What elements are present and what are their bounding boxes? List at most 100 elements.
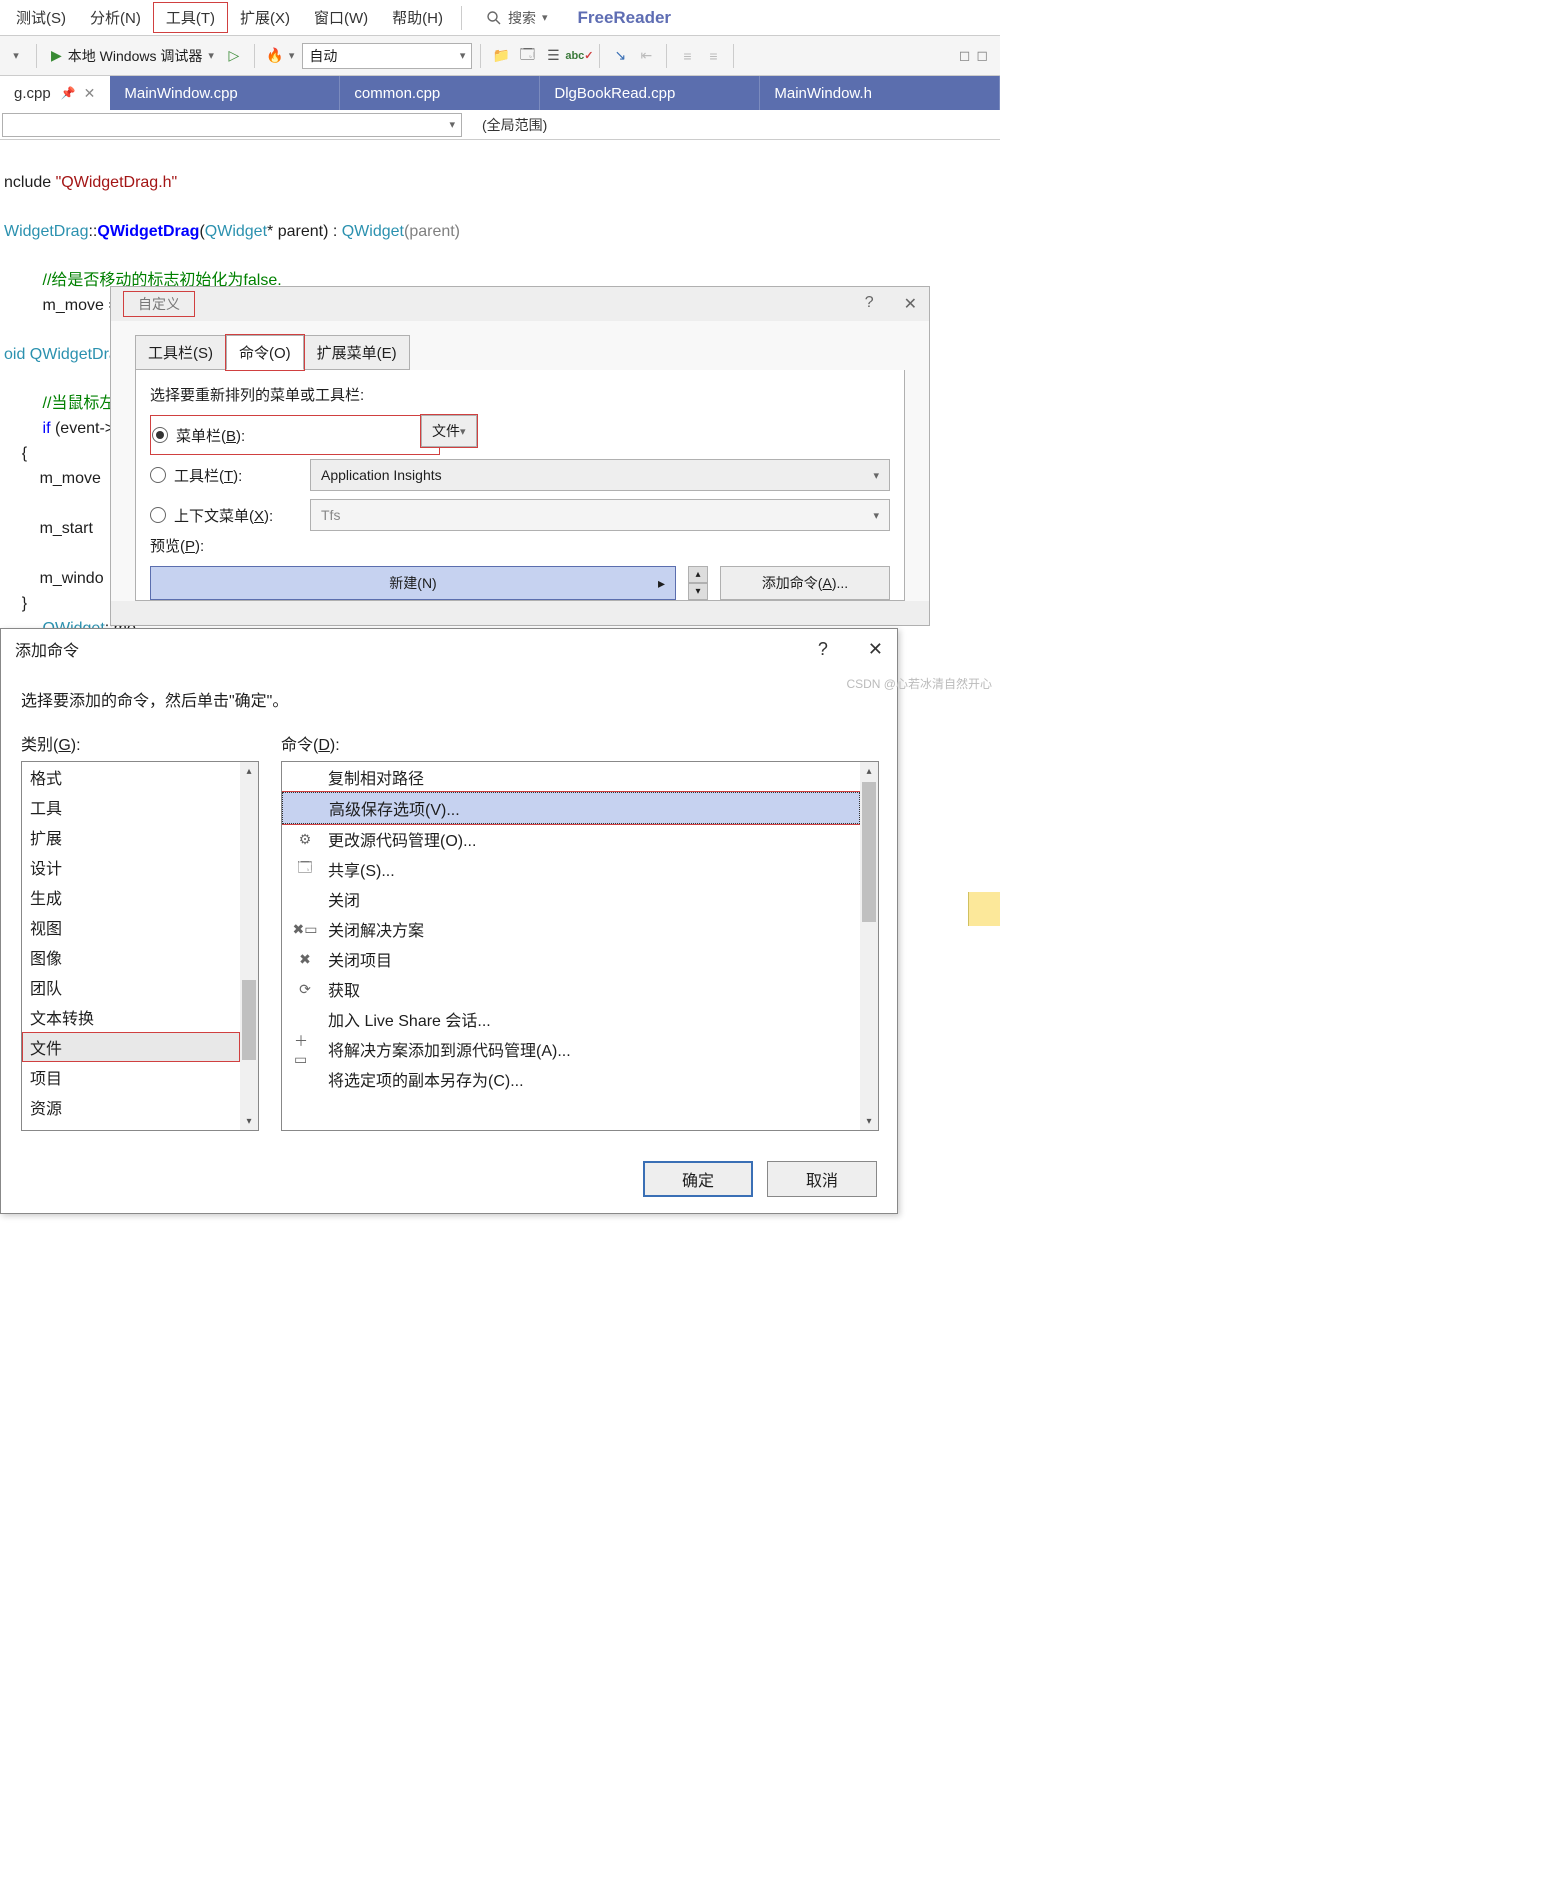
preview-item[interactable]: 新建(N) ▸ (150, 566, 676, 600)
command-text: 复制相对路径 (328, 765, 424, 789)
tab-4[interactable]: MainWindow.h (760, 76, 1000, 110)
list-item[interactable]: 文本转换 (22, 1002, 240, 1032)
list-icon[interactable]: ☰ (541, 44, 565, 68)
window-icon[interactable]: 🗔 (515, 44, 539, 68)
preview-scrollbar[interactable]: ▴▾ (688, 566, 708, 600)
tab-3[interactable]: DlgBookRead.cpp (540, 76, 760, 110)
tab-extmenu[interactable]: 扩展菜单(E) (304, 335, 410, 370)
list-item[interactable]: 资源 (22, 1092, 240, 1122)
command-icon (294, 767, 316, 787)
list-item[interactable]: 加入 Live Share 会话... (282, 1004, 860, 1034)
command-icon: ⚙ (294, 829, 316, 849)
command-text: 共享(S)... (328, 857, 395, 881)
dialog-title-bar: 自定义 ? ✕ (111, 287, 929, 321)
indent2-icon[interactable]: ≡ (701, 44, 725, 68)
abc-icon[interactable]: abc✓ (567, 44, 591, 68)
fire-icon[interactable]: 🔥 (263, 44, 287, 68)
list-item[interactable]: ⚙ 更改源代码管理(O)... (282, 824, 860, 854)
tab-2[interactable]: common.cpp (340, 76, 540, 110)
menu-tools[interactable]: 工具(T) (153, 2, 228, 33)
cancel-button[interactable]: 取消 (767, 1161, 877, 1197)
folder-icon[interactable]: 📁 (489, 44, 513, 68)
command-list[interactable]: 复制相对路径高级保存选项(V)... ⚙ 更改源代码管理(O)... 🗔 共享(S)..… (281, 761, 879, 1131)
chevron-down-icon[interactable]: ▾ (289, 49, 295, 62)
close-icon[interactable]: ✕ (904, 294, 917, 314)
tab-toolbars[interactable]: 工具栏(S) (135, 335, 226, 370)
tab-label: DlgBookRead.cpp (554, 85, 675, 102)
play-outline-icon[interactable]: ▷ (222, 44, 246, 68)
arrow-icon[interactable]: ↘ (608, 44, 632, 68)
command-text: 关闭解决方案 (328, 917, 424, 941)
list-item[interactable]: 格式 (22, 762, 240, 792)
category-list[interactable]: 格式工具扩展设计生成视图图像团队文本转换文件项目资源 ▴▾ (21, 761, 259, 1131)
debugger-label: 本地 Windows 调试器 (68, 46, 203, 66)
search-icon (486, 10, 502, 26)
list-item[interactable]: ✖关闭项目 (282, 944, 860, 974)
menu-test[interactable]: 测试(S) (4, 3, 78, 32)
radio-context[interactable] (150, 507, 166, 523)
list-item[interactable]: ⟳获取 (282, 974, 860, 1004)
command-text: 更改源代码管理(O)... (328, 827, 476, 851)
close-icon[interactable]: ✕ (868, 639, 883, 660)
dialog-title-bar: 添加命令 ? ✕ (1, 629, 897, 669)
list-item[interactable]: 🗔 共享(S)... (282, 854, 860, 884)
list-item[interactable]: 将选定项的副本另存为(C)... (282, 1064, 860, 1094)
list-item[interactable]: 团队 (22, 972, 240, 1002)
config-combo[interactable]: 自动 ▾ (302, 43, 472, 69)
search-label: 搜索 (508, 8, 536, 28)
list-item[interactable]: 生成 (22, 882, 240, 912)
radio-context-label: 上下文菜单(X): (174, 505, 302, 526)
list-item[interactable]: 关闭 (282, 884, 860, 914)
list-item[interactable]: 高级保存选项(V)... (282, 792, 860, 824)
bookmark-icon[interactable]: ◻ (959, 47, 971, 64)
radio-menubar-label: 菜单栏(B): (176, 425, 304, 446)
command-label: 命令(D): (281, 731, 879, 755)
help-icon[interactable]: ? (818, 639, 828, 660)
list-item[interactable]: 设计 (22, 852, 240, 882)
command-icon: 🗔 (294, 859, 316, 879)
command-icon: ✖ (294, 949, 316, 969)
list-item[interactable]: 复制相对路径 (282, 762, 860, 792)
tab-1[interactable]: MainWindow.cpp (110, 76, 340, 110)
scrollbar[interactable]: ▴▾ (860, 762, 878, 1130)
list-item[interactable]: ✖▭关闭解决方案 (282, 914, 860, 944)
pin-icon[interactable]: 📌 (61, 86, 76, 100)
scope-left-combo[interactable]: ▾ (2, 113, 462, 137)
dropdown-icon[interactable]: ▾ (4, 44, 28, 68)
radio-toolbar-label: 工具栏(T): (174, 465, 302, 486)
combo-menubar[interactable]: 文件▾ (421, 415, 477, 447)
combo-context[interactable]: Tfs▾ (310, 499, 890, 531)
scrollbar[interactable]: ▴▾ (240, 762, 258, 1130)
outdent-icon[interactable]: ≡ (675, 44, 699, 68)
bookmark2-icon[interactable]: ◻ (976, 47, 988, 64)
tab-active[interactable]: g.cpp 📌 ✕ (0, 76, 110, 110)
menu-extensions[interactable]: 扩展(X) (228, 3, 302, 32)
search-box[interactable]: 搜索 ▾ (486, 8, 548, 28)
app-title: FreeReader (578, 8, 672, 28)
menu-window[interactable]: 窗口(W) (302, 3, 380, 32)
tab-commands[interactable]: 命令(O) (226, 335, 304, 370)
radio-menubar[interactable] (152, 427, 168, 443)
list-item[interactable]: 工具 (22, 792, 240, 822)
chevron-down-icon: ▾ (460, 49, 466, 62)
scope-global[interactable]: (全局范围) (464, 115, 547, 135)
list-item[interactable]: 图像 (22, 942, 240, 972)
add-command-button[interactable]: 添加命令(A)... (720, 566, 890, 600)
close-icon[interactable]: ✕ (84, 85, 96, 102)
edit-marker (968, 892, 1000, 926)
help-icon[interactable]: ? (865, 294, 874, 314)
list-item[interactable]: 视图 (22, 912, 240, 942)
list-item[interactable]: 文件 (22, 1032, 240, 1062)
command-icon: ＋▭ (294, 1039, 316, 1059)
list-item[interactable]: 项目 (22, 1062, 240, 1092)
list-item[interactable]: 扩展 (22, 822, 240, 852)
list-item[interactable]: ＋▭将解决方案添加到源代码管理(A)... (282, 1034, 860, 1064)
combo-toolbar[interactable]: Application Insights▾ (310, 459, 890, 491)
start-debug-button[interactable]: ▶ 本地 Windows 调试器 ▾ (45, 44, 220, 68)
indent-icon[interactable]: ⇤ (634, 44, 658, 68)
dialog-title: 添加命令 (15, 637, 79, 661)
menu-analyze[interactable]: 分析(N) (78, 3, 153, 32)
ok-button[interactable]: 确定 (643, 1161, 753, 1197)
menu-help[interactable]: 帮助(H) (380, 3, 455, 32)
radio-toolbar[interactable] (150, 467, 166, 483)
